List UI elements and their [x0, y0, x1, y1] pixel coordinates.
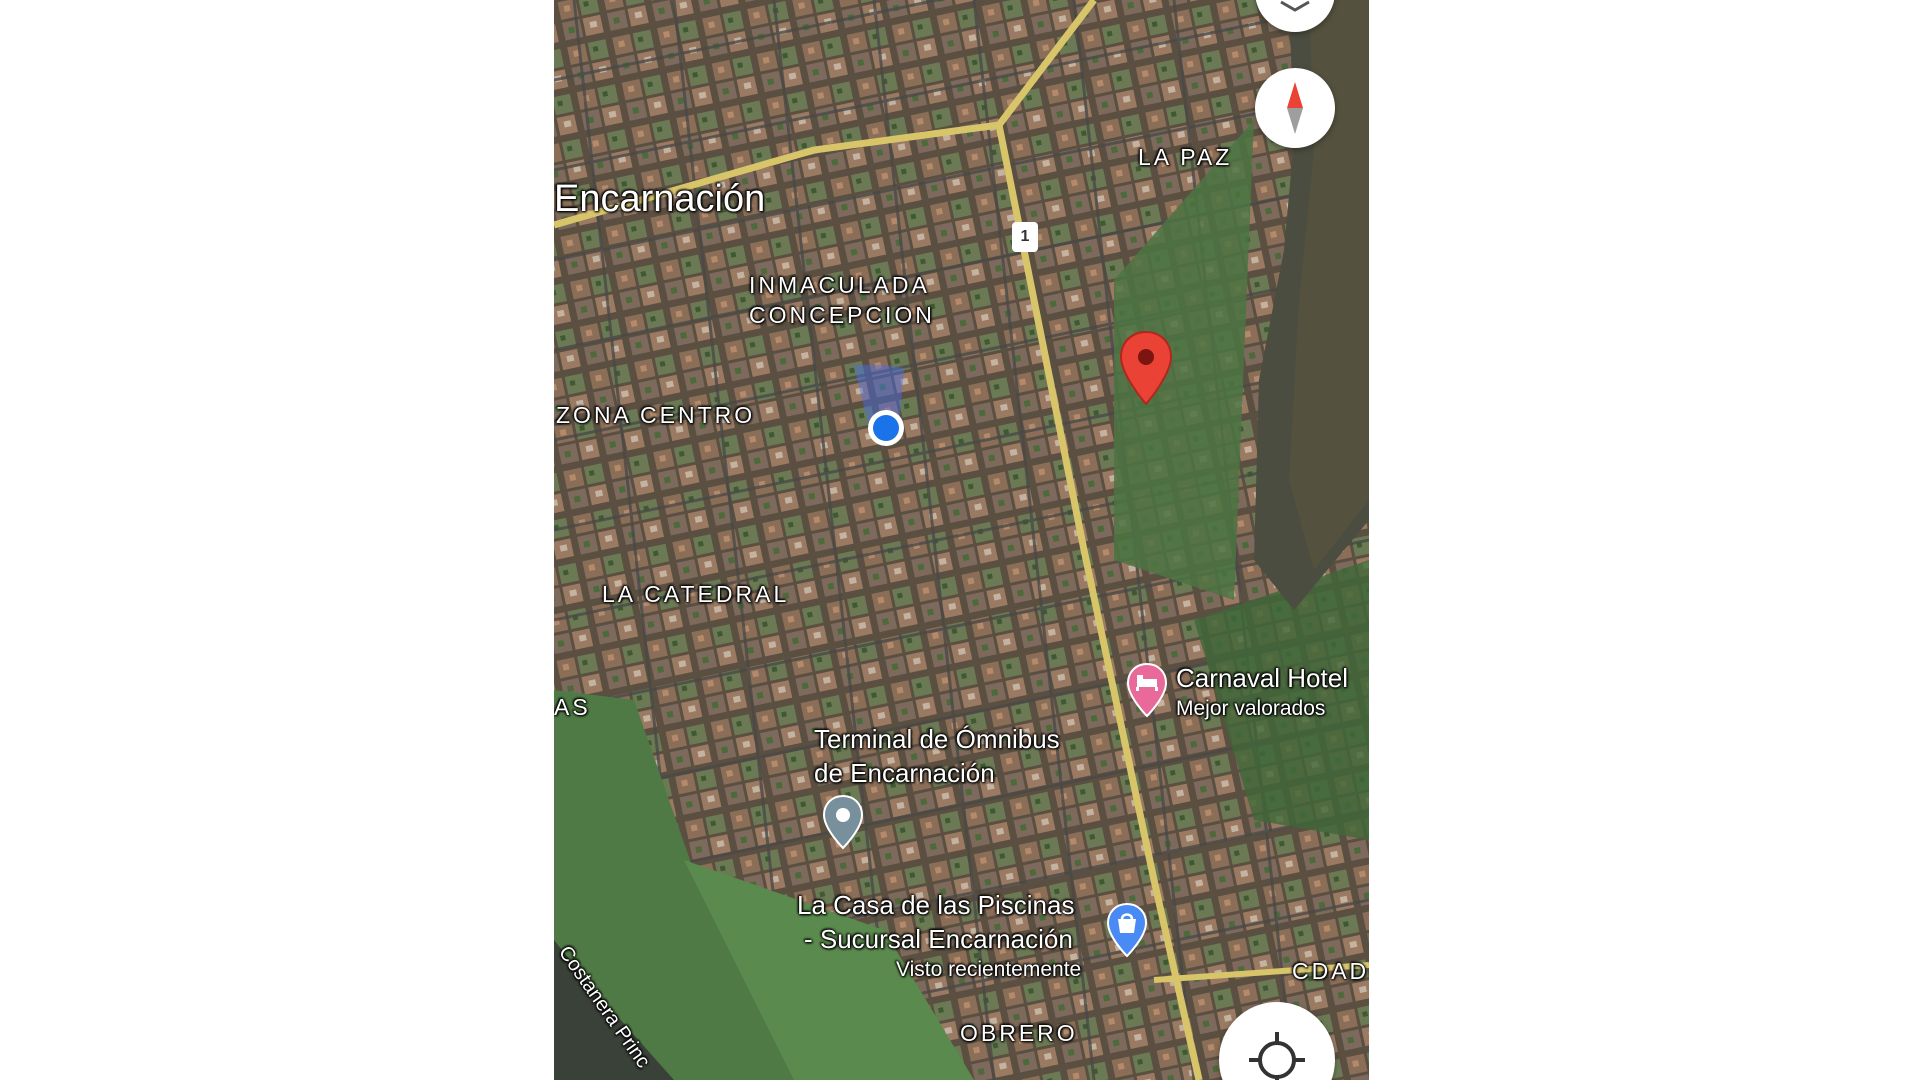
blue-location-dot-icon [868, 410, 904, 446]
compass-button[interactable] [1255, 68, 1335, 148]
place-name-piscinas-line2[interactable]: - Sucursal Encarnación [804, 922, 1073, 956]
hotel-pin-icon[interactable] [1126, 662, 1168, 718]
layers-button[interactable] [1255, 0, 1335, 32]
red-map-pin-icon[interactable] [1118, 330, 1174, 406]
neighborhood-label-inmaculada: INMACULADA [749, 272, 930, 298]
neighborhood-label-la-paz: LA PAZ [1138, 144, 1233, 170]
shopping-pin-icon[interactable] [1106, 902, 1148, 958]
compass-icon [1287, 82, 1303, 134]
neighborhood-label-la-catedral: LA CATEDRAL [602, 581, 790, 607]
place-subtitle-carnaval-hotel: Mejor valorados [1176, 697, 1326, 720]
screen: Encarnación LA PAZ INMACULADA CONCEPCION… [0, 0, 1920, 1080]
city-label: Encarnación [554, 178, 766, 220]
my-location-crosshair-icon [1249, 1032, 1305, 1080]
neighborhood-label-zona-centro: ZONA CENTRO [556, 402, 756, 428]
satellite-map[interactable]: Encarnación LA PAZ INMACULADA CONCEPCION… [554, 0, 1369, 1080]
place-name-piscinas-line1[interactable]: La Casa de las Piscinas [797, 888, 1074, 922]
neighborhood-label-obrero: OBRERO [960, 1020, 1078, 1046]
neighborhood-label-concepcion: CONCEPCION [749, 302, 935, 328]
route-1-shield: 1 [1012, 222, 1038, 252]
place-name-terminal-line2[interactable]: de Encarnación [814, 756, 995, 790]
transit-pin-icon[interactable] [822, 794, 864, 850]
place-name-carnaval-hotel[interactable]: Carnaval Hotel [1176, 661, 1348, 695]
place-subtitle-piscinas: Visto recientemente [896, 958, 1082, 981]
neighborhood-label-edge: AS [554, 694, 591, 720]
layers-icon [1280, 0, 1310, 12]
place-name-terminal-line1[interactable]: Terminal de Ómnibus [814, 722, 1060, 756]
my-location-button[interactable] [1219, 1002, 1335, 1080]
neighborhood-label-cdad: CDAD [1292, 958, 1369, 984]
